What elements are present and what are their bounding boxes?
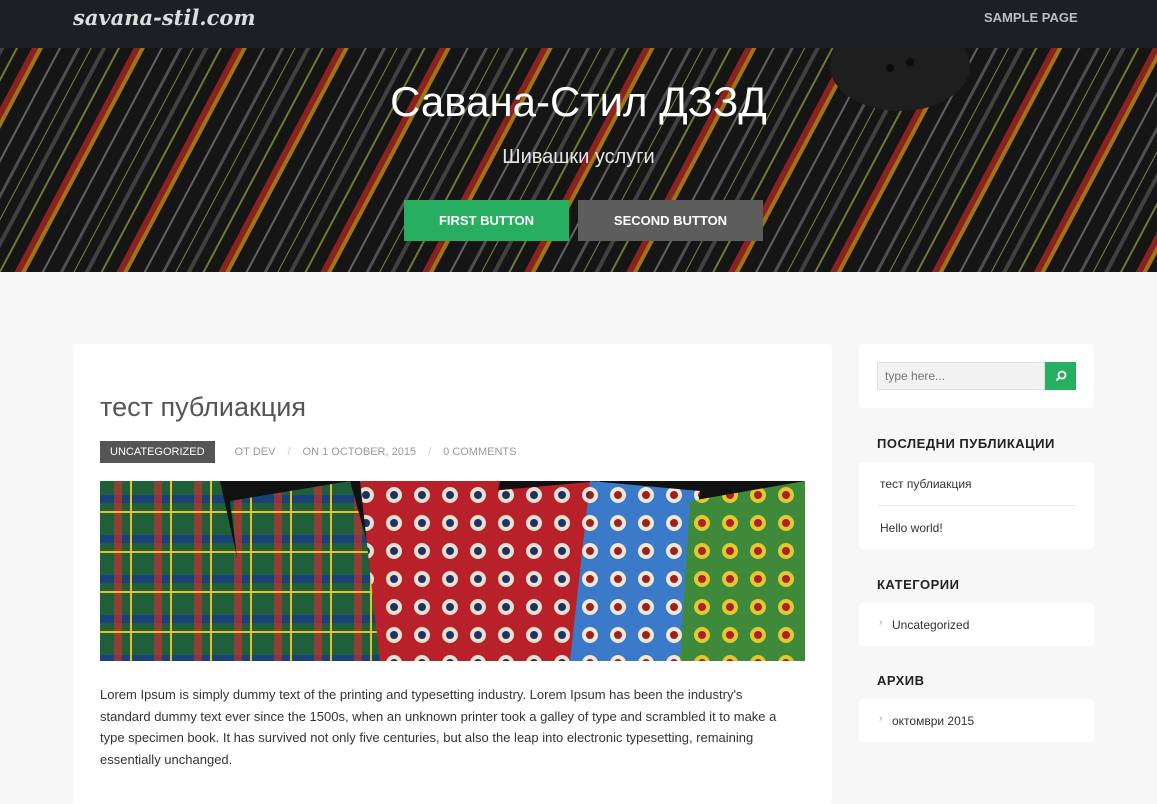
recent-posts-heading: Последни публикации: [877, 436, 1055, 451]
hero-subtitle: Шивашки услуги: [502, 146, 655, 168]
search-widget: [859, 344, 1094, 408]
archive-heading: Архив: [877, 673, 925, 688]
search-input[interactable]: [877, 362, 1045, 390]
post-comments-link[interactable]: 0 Comments: [443, 446, 516, 458]
archive-widget: › октомври 2015: [859, 699, 1094, 742]
meta-separator: /: [287, 446, 291, 458]
post-card: тест публиакция Uncategorized ОТ dev / o…: [73, 344, 832, 804]
first-button[interactable]: First Button: [404, 200, 569, 241]
category-badge[interactable]: Uncategorized: [100, 441, 215, 463]
meta-separator: /: [428, 446, 432, 458]
second-button[interactable]: Second Button: [578, 200, 763, 241]
post-date: on 1 October, 2015: [302, 446, 417, 458]
nav-item-sample-page[interactable]: Sample Page: [984, 10, 1078, 25]
categories-heading: Категории: [877, 577, 960, 592]
post-featured-image[interactable]: [100, 481, 805, 661]
category-link[interactable]: Uncategorized: [892, 618, 969, 632]
site-logo[interactable]: savana-stil.com: [73, 5, 256, 30]
post-title[interactable]: тест публиакция: [100, 392, 306, 423]
categories-widget: › Uncategorized: [859, 603, 1094, 646]
recent-posts-widget: тест публиакция Hello world!: [859, 462, 1094, 549]
chevron-right-icon: ›: [879, 617, 883, 628]
hero-title: Савана-Стил ДЗЗД: [390, 78, 767, 125]
post-meta: Uncategorized ОТ dev / on 1 October, 201…: [100, 441, 516, 463]
chevron-right-icon: ›: [879, 713, 883, 724]
post-excerpt: Lorem Ipsum is simply dummy text of the …: [100, 687, 777, 767]
hero-banner: Савана-Стил ДЗЗД Шивашки услуги First Bu…: [0, 48, 1157, 272]
divider: [877, 505, 1076, 506]
post-author[interactable]: ОТ dev: [235, 446, 276, 458]
ties-image: [100, 481, 805, 661]
archive-link[interactable]: октомври 2015: [892, 714, 974, 728]
recent-post-link[interactable]: Hello world!: [880, 521, 943, 535]
recent-post-link[interactable]: тест публиакция: [880, 477, 972, 491]
top-navbar: savana-stil.com Sample Page: [0, 0, 1157, 48]
search-icon: [1055, 370, 1066, 382]
search-button[interactable]: [1045, 362, 1076, 390]
